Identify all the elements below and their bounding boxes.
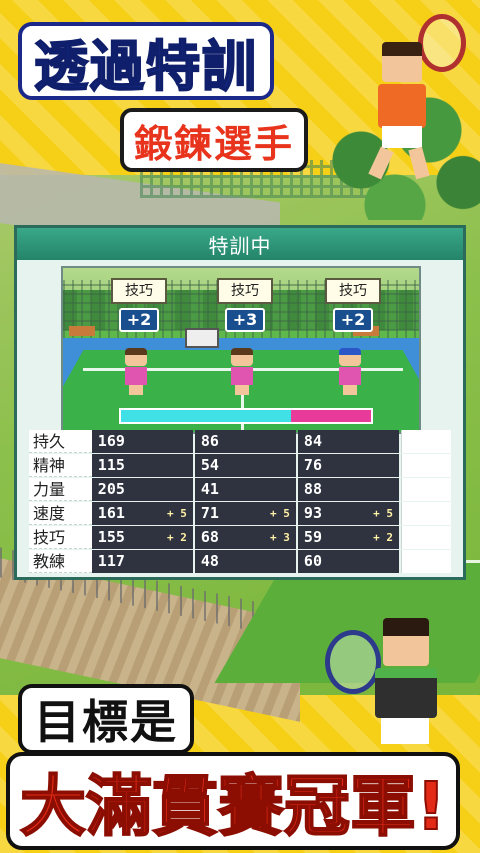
stat-value: 169 [97,432,125,450]
stat-row: 技巧 155 + 2 68 + 3 59 + 2 [29,526,451,549]
headline-line4-text: 大滿貫賽冠軍! [19,767,447,846]
stat-value: 117 [97,552,125,570]
stat-label: 力量 [29,478,92,501]
stat-cell: 93 + 5 [297,502,399,525]
stat-value: 93 [303,504,322,522]
skill-gain-1: 技巧 +2 [111,278,167,332]
gauge-fill-cyan [121,410,291,422]
stat-empty-slot [400,502,451,525]
panel-title-text: 特訓中 [208,233,272,258]
stat-cell: 88 [297,478,399,501]
skill-gain-label: 技巧 [111,278,167,304]
skill-gain-label: 技巧 [217,278,273,304]
skill-gain-3: 技巧 +2 [325,278,381,332]
stat-cell: 54 [194,454,296,477]
racket-icon [325,630,381,694]
stat-value: 88 [303,480,322,498]
stat-value: 59 [303,528,322,546]
stat-value: 205 [97,480,125,498]
stat-value: 48 [200,552,219,570]
stat-row: 持久 169 86 84 [29,430,451,453]
player-character-bottom [325,610,465,760]
stat-value: 54 [200,456,219,474]
stat-label: 技巧 [29,526,92,549]
stat-cell: 84 [297,430,399,453]
panel-title: 特訓中 [17,228,463,260]
stat-label: 教練 [29,550,92,573]
stat-row: 精神 115 54 76 [29,454,451,477]
racket-icon [418,14,466,72]
stat-cell: 41 [194,478,296,501]
headline-line2: 鍛鍊選手 [120,108,309,172]
headline-line1: 透過特訓 [18,22,274,100]
training-scene: 技巧 +2 技巧 +3 技巧 +2 [61,266,421,434]
skill-gain-value: +3 [224,308,266,332]
stat-cell: 115 [91,454,193,477]
stat-cell: 59 + 2 [297,526,399,549]
trainee-player-2 [231,348,253,396]
stat-bonus: + 5 [166,507,187,520]
trainee-player-3 [339,348,361,396]
stat-value: 84 [303,432,322,450]
stat-empty-slot [400,478,451,501]
trainee-player-1 [125,348,147,396]
headline-line4: 大滿貫賽冠軍! [6,752,461,850]
player-character-top [368,14,468,184]
training-panel: 特訓中 技巧 +2 技巧 +3 技巧 +2 持久 169 86 84 精神 11… [14,225,466,580]
stat-empty-slot [400,454,451,477]
skill-gain-value: +2 [118,308,160,332]
stat-bonus: + 2 [373,531,393,544]
skill-gain-value: +2 [332,308,374,332]
stat-label: 持久 [29,430,92,453]
headline-line3-text: 目標是 [34,695,178,749]
stat-bonus: + 5 [270,507,290,520]
stat-value: 71 [200,504,219,522]
stat-cell: 60 [297,550,399,573]
stat-row: 速度 161 + 5 71 + 5 93 + 5 [29,502,451,525]
headline-line1-text: 透過特訓 [33,34,258,99]
stat-value: 76 [303,456,322,474]
stat-empty-slot [400,550,451,573]
stat-cell: 48 [194,550,296,573]
training-progress-gauge [119,408,373,424]
stat-cell: 71 + 5 [194,502,296,525]
stats-table: 持久 169 86 84 精神 115 54 76 力量 205 41 88 速度 161 + 5 71 + 5… [29,430,451,574]
stat-cell: 76 [297,454,399,477]
headline-line3: 目標是 [18,684,194,754]
scoreboard-icon [185,328,219,348]
skill-gain-2: 技巧 +3 [217,278,273,332]
stat-cell: 117 [91,550,193,573]
stat-cell: 86 [194,430,296,453]
stat-bonus: + 5 [373,507,393,520]
skill-gain-label: 技巧 [325,278,381,304]
stat-value: 60 [303,552,322,570]
stat-value: 115 [97,456,125,474]
headline-line2-text: 鍛鍊選手 [134,121,295,166]
stat-label: 速度 [29,502,92,525]
stat-row: 力量 205 41 88 [29,478,451,501]
gauge-fill-pink [291,410,371,422]
stat-value: 86 [200,432,219,450]
stat-cell: 68 + 3 [194,526,296,549]
stat-cell: 205 [91,478,193,501]
stat-cell: 169 [91,430,193,453]
stat-empty-slot [400,430,451,453]
stat-cell: 161 + 5 [91,502,193,525]
stat-value: 41 [200,480,219,498]
stat-bonus: + 2 [166,531,187,544]
stat-row: 教練 117 48 60 [29,550,451,573]
stat-value: 68 [200,528,219,546]
stat-empty-slot [400,526,451,549]
stat-value: 161 [97,504,125,522]
stat-bonus: + 3 [270,531,290,544]
stat-value: 155 [97,528,125,546]
stat-cell: 155 + 2 [91,526,193,549]
stat-label: 精神 [29,454,92,477]
